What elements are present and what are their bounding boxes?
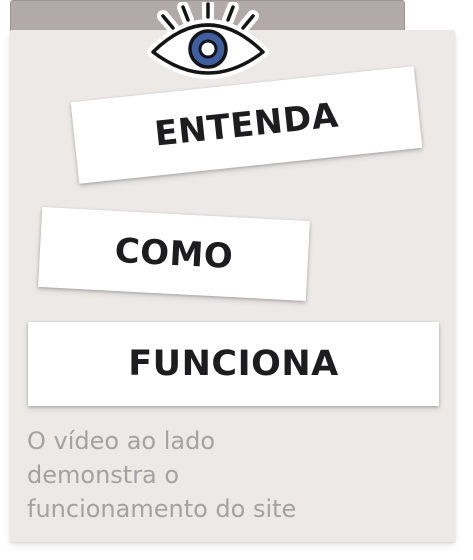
note-funciona: FUNCIONA <box>28 322 439 406</box>
caption-line: funcionamento do site <box>27 495 297 523</box>
promo-widget: ENTENDA COMO FUNCIONA O vídeo ao lado de… <box>0 0 473 560</box>
note-como: COMO <box>38 207 310 301</box>
note-entenda-label: ENTENDA <box>152 95 341 155</box>
caption-line: demonstra o <box>27 461 180 489</box>
note-funciona-label: FUNCIONA <box>128 344 339 384</box>
caption-text: O vídeo ao lado demonstra o funcionament… <box>27 424 447 526</box>
eye-icon <box>147 2 269 79</box>
note-como-label: COMO <box>113 230 235 278</box>
caption-line: O vídeo ao lado <box>27 427 216 455</box>
